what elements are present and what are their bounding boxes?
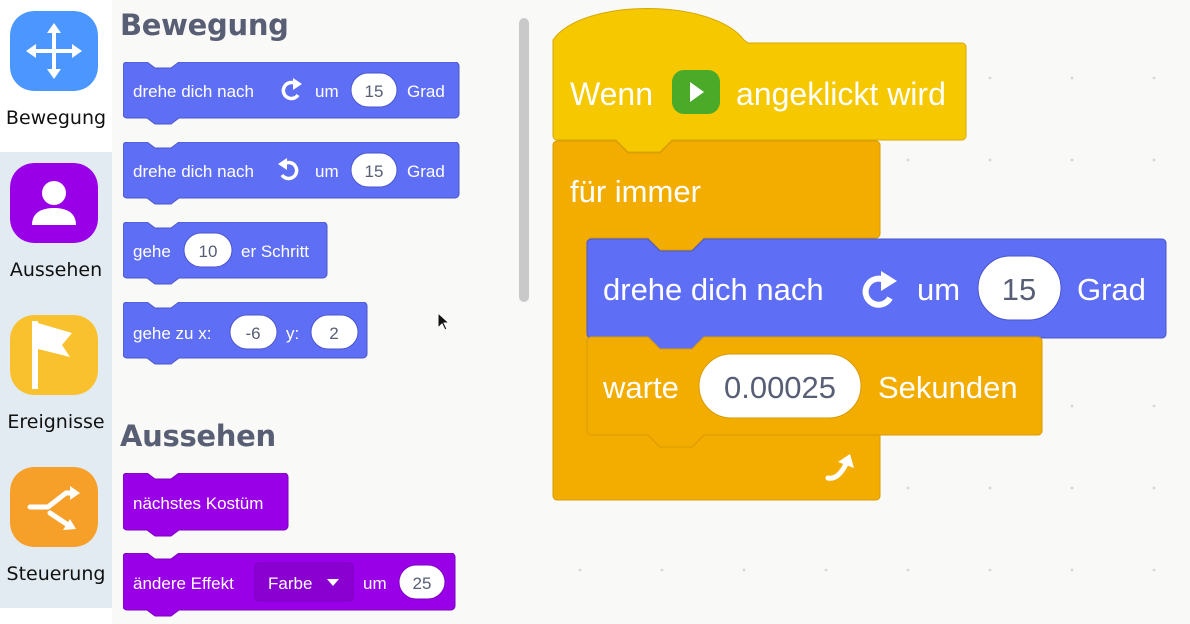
category-events-label: Ereignisse — [7, 411, 105, 433]
grid-dot — [988, 76, 992, 80]
grid-dot — [1152, 158, 1156, 162]
grid-dot — [1152, 486, 1156, 490]
script-workspace[interactable]: Wenn angeklickt wird für immer drehe dic… — [542, 0, 1190, 624]
palette-scrollbar[interactable] — [519, 18, 529, 302]
grid-dot — [1152, 568, 1156, 572]
grid-dot — [988, 486, 992, 490]
turn-right-degree-value: 15 — [365, 82, 384, 101]
change-effect-value: 25 — [413, 574, 432, 593]
mouse-cursor-icon — [437, 312, 451, 331]
effect-dropdown-value: Farbe — [268, 574, 312, 593]
wait-seconds-value: 0.00025 — [724, 370, 836, 405]
next-costume-text: nächstes Kostüm — [133, 494, 263, 513]
grid-dot — [824, 568, 828, 572]
grid-dot — [1070, 568, 1074, 572]
forever-text: für immer — [570, 174, 701, 209]
wait-text1: warte — [602, 370, 679, 405]
move-steps-value: 10 — [199, 242, 218, 261]
category-motion-label: Bewegung — [5, 107, 107, 129]
category-sidebar: Bewegung Aussehen Ereignisse Steuerung — [0, 0, 112, 624]
looks-section-title: Aussehen — [120, 419, 276, 453]
turn-left-text1: drehe dich nach — [133, 162, 254, 181]
move-steps-text1: gehe — [133, 242, 171, 261]
motion-section-title: Bewegung — [120, 8, 289, 42]
script-turn-value: 15 — [1002, 272, 1036, 307]
grid-dot — [1070, 404, 1074, 408]
script-turn-text1: drehe dich nach — [603, 272, 824, 307]
turn-right-script-block[interactable]: drehe dich nach um 15 Grad — [586, 238, 1167, 351]
grid-dot — [906, 486, 910, 490]
grid-dot — [1152, 404, 1156, 408]
block-palette: Bewegung drehe dich nach um 15 Grad dreh… — [112, 0, 542, 624]
turn-left-block[interactable]: drehe dich nach um 15 Grad — [123, 142, 463, 210]
grid-dot — [742, 568, 746, 572]
change-effect-block[interactable]: ändere Effekt Farbe um 25 — [123, 553, 463, 624]
wait-block[interactable]: warte 0.00025 Sekunden — [586, 336, 1043, 448]
turn-right-text1: drehe dich nach — [133, 82, 254, 101]
when-flag-clicked-block[interactable]: Wenn angeklickt wird — [552, 8, 967, 153]
flag-icon — [10, 315, 98, 395]
script-turn-text2: um — [917, 272, 960, 307]
grid-dot — [988, 158, 992, 162]
grid-dot — [660, 568, 664, 572]
script-turn-text3: Grad — [1077, 272, 1146, 307]
grid-dot — [1070, 486, 1074, 490]
goto-xy-text2: y: — [286, 324, 299, 343]
grid-dot — [578, 568, 582, 572]
person-icon — [10, 163, 98, 243]
move-steps-block[interactable]: gehe 10 er Schritt — [123, 222, 333, 290]
goto-xy-block[interactable]: gehe zu x: -6 y: 2 — [123, 302, 373, 370]
grid-dot — [988, 568, 992, 572]
category-events[interactable]: Ereignisse — [0, 304, 112, 456]
grid-dot — [1070, 158, 1074, 162]
turn-right-text2: um — [315, 82, 339, 101]
move-steps-text2: er Schritt — [241, 242, 309, 261]
hat-text1: Wenn — [570, 76, 653, 112]
goto-x-value: -6 — [245, 324, 260, 343]
shuffle-icon — [10, 467, 98, 547]
category-control[interactable]: Steuerung — [0, 456, 112, 608]
change-effect-text2: um — [363, 574, 387, 593]
category-motion[interactable]: Bewegung — [0, 0, 112, 152]
turn-right-text3: Grad — [407, 82, 445, 101]
grid-dot — [906, 568, 910, 572]
grid-dot — [1070, 76, 1074, 80]
turn-left-text3: Grad — [407, 162, 445, 181]
change-effect-text1: ändere Effekt — [133, 574, 234, 593]
turn-right-block[interactable]: drehe dich nach um 15 Grad — [123, 62, 463, 130]
script-canvas: Wenn angeklickt wird für immer drehe dic… — [552, 8, 1167, 572]
wait-text2: Sekunden — [878, 370, 1018, 405]
move-arrows-icon — [10, 11, 98, 91]
category-looks-label: Aussehen — [9, 259, 103, 281]
goto-y-value: 2 — [329, 324, 338, 343]
turn-left-degree-value: 15 — [365, 162, 384, 181]
turn-left-text2: um — [315, 162, 339, 181]
hat-text2: angeklickt wird — [736, 76, 946, 112]
grid-dot — [906, 158, 910, 162]
category-looks[interactable]: Aussehen — [0, 152, 112, 304]
grid-dot — [1152, 76, 1156, 80]
next-costume-block[interactable]: nächstes Kostüm — [123, 473, 293, 541]
category-control-label: Steuerung — [6, 563, 106, 585]
goto-xy-text1: gehe zu x: — [133, 324, 211, 343]
